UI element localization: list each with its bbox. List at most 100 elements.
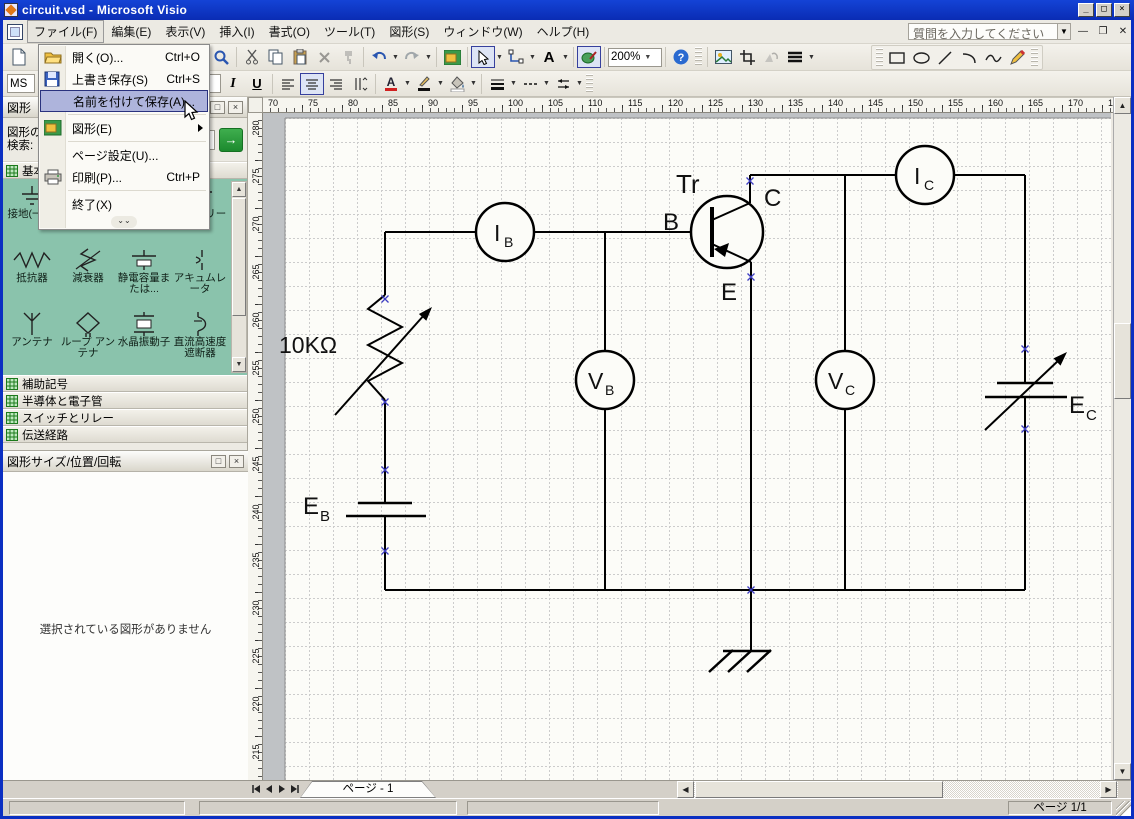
drawing-toolbar-grip[interactable] — [876, 48, 883, 68]
italic-button[interactable]: I — [221, 73, 245, 95]
question-dropdown-icon[interactable]: ▼ — [1058, 23, 1071, 40]
paste-button[interactable] — [288, 46, 312, 68]
formatting-overflow-grip[interactable] — [586, 74, 593, 94]
pencil-tool-button[interactable] — [1005, 47, 1029, 69]
stencil-shape-accumulator[interactable]: アキュムレータ — [172, 245, 228, 309]
ellipse-tool-button[interactable] — [909, 47, 933, 69]
line-color-button[interactable] — [412, 73, 436, 95]
line-weight-button[interactable] — [485, 73, 509, 95]
stencil-shape-antenna[interactable]: アンテナ — [4, 309, 60, 373]
line-pattern-dropdown-icon[interactable]: ▼ — [542, 73, 551, 95]
last-page-button[interactable] — [289, 783, 301, 797]
horizontal-scrollbar[interactable]: ◀ ▶ — [677, 781, 1118, 798]
page-tab[interactable]: ページ - 1 — [300, 781, 436, 798]
menu-view[interactable]: 表示(V) — [158, 20, 212, 43]
pointer-dropdown-icon[interactable]: ▼ — [495, 46, 504, 68]
lines-dropdown-icon[interactable]: ▼ — [807, 46, 816, 68]
drawing-toolbar-overflow[interactable] — [1031, 48, 1038, 68]
align-left-button[interactable] — [276, 73, 300, 95]
pointer-tool-button[interactable] — [471, 46, 495, 68]
next-page-button[interactable] — [276, 783, 288, 797]
scroll-up-icon[interactable]: ▲ — [1114, 97, 1131, 114]
drawing-canvas[interactable]: Tr B C E 10KΩ I B I C V B V C E B E C — [263, 113, 1111, 780]
freeform-tool-button[interactable] — [981, 47, 1005, 69]
rectangle-tool-button[interactable] — [885, 47, 909, 69]
line-color-dropdown-icon[interactable]: ▼ — [436, 73, 445, 95]
stencil-header-transmission[interactable]: 伝送経路 — [3, 426, 247, 443]
menu-window[interactable]: ウィンドウ(W) — [436, 20, 529, 43]
file-menu-save[interactable]: 上書き保存(S)Ctrl+S — [40, 68, 208, 90]
v-ruler[interactable]: 2802752702652602552502452402352302252202… — [248, 113, 263, 780]
first-page-button[interactable] — [250, 783, 262, 797]
stamp-tool-button[interactable] — [577, 46, 601, 68]
insert-picture-button[interactable] — [711, 46, 735, 68]
scroll-right-icon[interactable]: ▶ — [1100, 781, 1117, 798]
menu-file[interactable]: ファイル(F) — [27, 20, 104, 43]
file-menu-open[interactable]: 開く(O)...Ctrl+O — [40, 46, 208, 68]
zoom-combo[interactable]: 200% ▼ — [608, 48, 662, 67]
stencil-shape-attenuator[interactable]: 減衰器 — [60, 245, 116, 309]
connector-tool-button[interactable] — [504, 46, 528, 68]
undo-dropdown-icon[interactable]: ▼ — [391, 46, 400, 68]
stencil-header-semiconductor[interactable]: 半導体と電子管 — [3, 392, 247, 409]
delete-button[interactable] — [312, 46, 336, 68]
find-button[interactable] — [209, 46, 233, 68]
maximize-button[interactable]: □ — [1096, 3, 1112, 17]
stencil-scroll-down-icon[interactable]: ▼ — [232, 357, 246, 372]
doc-minimize-button[interactable]: — — [1075, 24, 1091, 40]
cut-button[interactable] — [240, 46, 264, 68]
menu-shape[interactable]: 図形(S) — [382, 20, 436, 43]
menu-insert[interactable]: 挿入(I) — [212, 20, 261, 43]
menu-edit[interactable]: 編集(E) — [104, 20, 158, 43]
prev-page-button[interactable] — [263, 783, 275, 797]
horizontal-scroll-thumb[interactable] — [695, 781, 943, 798]
redo-button[interactable] — [400, 46, 424, 68]
stencil-shape-resistor[interactable]: 抵抗器 — [4, 245, 60, 309]
scroll-left-icon[interactable]: ◀ — [677, 781, 694, 798]
file-menu-shapes[interactable]: 図形(E) — [40, 117, 208, 139]
resize-grip[interactable] — [1116, 801, 1131, 816]
arc-tool-button[interactable] — [957, 47, 981, 69]
minimize-button[interactable]: _ — [1078, 3, 1094, 17]
undo-button[interactable] — [367, 46, 391, 68]
new-document-button[interactable] — [7, 46, 31, 68]
font-name-combo[interactable]: MS — [7, 74, 35, 93]
font-color-button[interactable]: A — [379, 73, 403, 95]
question-input[interactable]: 質問を入力してください — [908, 23, 1058, 40]
scroll-down-icon[interactable]: ▼ — [1114, 763, 1131, 780]
line-weight-quick-button[interactable] — [783, 46, 807, 68]
stencil-header-auxiliary[interactable]: 補助記号 — [3, 375, 247, 392]
menu-tools[interactable]: ツール(T) — [317, 20, 382, 43]
shape-search-go-button[interactable]: → — [219, 128, 243, 152]
connector-dropdown-icon[interactable]: ▼ — [528, 46, 537, 68]
stencil-scrollbar[interactable]: ▲ ▼ — [231, 181, 247, 373]
font-color-dropdown-icon[interactable]: ▼ — [403, 73, 412, 95]
size-pane-close-icon[interactable]: × — [229, 455, 244, 468]
text-dropdown-icon[interactable]: ▼ — [561, 46, 570, 68]
line-ends-button[interactable] — [551, 73, 575, 95]
file-menu-exit[interactable]: 終了(X) — [40, 193, 208, 215]
stencil-shape-capacitor[interactable]: 静電容量または... — [116, 245, 172, 309]
line-weight-dropdown-icon[interactable]: ▼ — [509, 73, 518, 95]
meter-ic[interactable] — [896, 146, 954, 204]
line-ends-dropdown-icon[interactable]: ▼ — [575, 73, 584, 95]
stencil-shape-dc-breaker[interactable]: 直流高速度遮断器 — [172, 309, 228, 373]
menu-format[interactable]: 書式(O) — [262, 20, 317, 43]
meter-vc[interactable] — [816, 351, 874, 409]
vertical-align-button[interactable] — [348, 73, 372, 95]
format-painter-button[interactable] — [336, 46, 360, 68]
toolbar-overflow-grip[interactable] — [695, 47, 702, 67]
shapes-pane-close-icon[interactable]: × — [228, 101, 243, 114]
file-menu-save-as[interactable]: 名前を付けて保存(A)... — [40, 90, 208, 112]
shapes-pane-maximize-icon[interactable]: □ — [210, 101, 225, 114]
file-menu-print[interactable]: 印刷(P)...Ctrl+P — [40, 166, 208, 188]
doc-close-button[interactable]: ✕ — [1115, 24, 1131, 40]
stencil-shape-crystal[interactable]: 水晶振動子 — [116, 309, 172, 373]
meter-vb[interactable] — [576, 351, 634, 409]
stencil-shape-loop-antenna[interactable]: ループ アンテナ — [60, 309, 116, 373]
line-pattern-button[interactable] — [518, 73, 542, 95]
fill-color-button[interactable] — [445, 73, 469, 95]
underline-button[interactable]: U — [245, 73, 269, 95]
fill-color-dropdown-icon[interactable]: ▼ — [469, 73, 478, 95]
rotate-tool-button[interactable] — [759, 46, 783, 68]
